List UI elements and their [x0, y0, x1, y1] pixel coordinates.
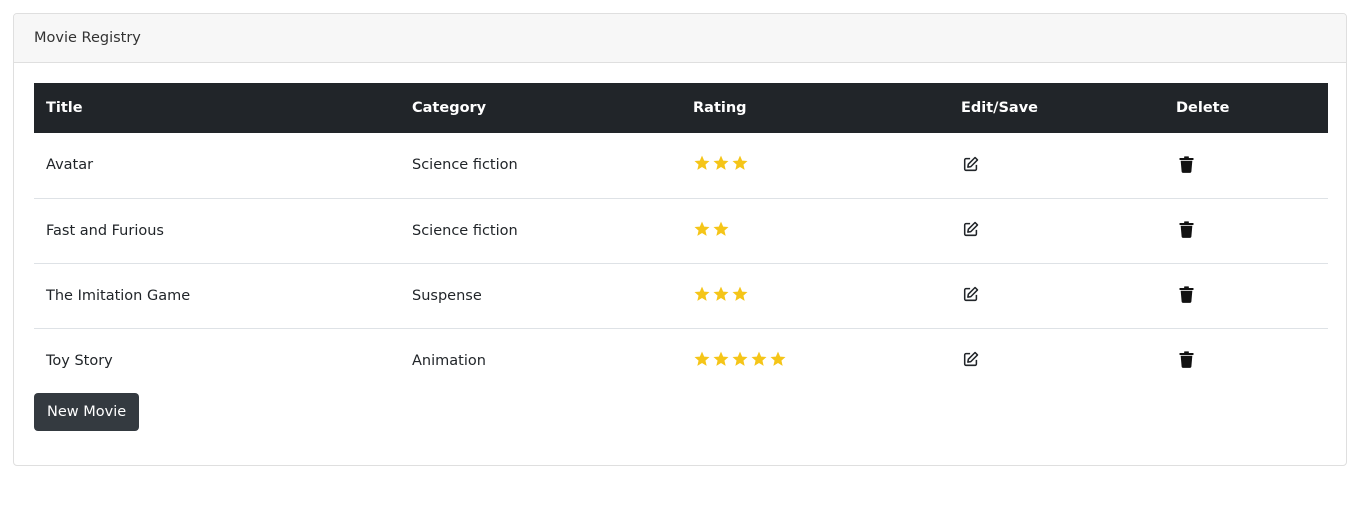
- new-movie-button[interactable]: New Movie: [34, 393, 140, 431]
- star-icon: [712, 285, 730, 303]
- card-title: Movie Registry: [34, 30, 141, 46]
- movie-category-cell: Science fiction: [412, 157, 518, 174]
- star-icon: [693, 350, 711, 368]
- table-row: Toy Story Animation: [34, 328, 1328, 393]
- edit-cell: [949, 198, 1164, 263]
- delete-cell: [1164, 133, 1328, 198]
- star-icon: [731, 154, 749, 172]
- column-header-rating: Rating: [693, 100, 747, 116]
- movie-table: Title Category Rating Edit/Save Delete A…: [34, 83, 1328, 393]
- edit-cell: [949, 133, 1164, 198]
- movie-rating-cell: [681, 133, 949, 198]
- edit-icon[interactable]: [961, 154, 981, 174]
- delete-cell: [1164, 263, 1328, 328]
- movie-title-cell: The Imitation Game: [46, 287, 191, 304]
- table-body: Avatar Science fiction Fast and Furious Sci…: [34, 133, 1328, 393]
- movie-rating-cell: [681, 263, 949, 328]
- star-icon: [693, 220, 711, 238]
- star-icon: [750, 350, 768, 368]
- card-header: Movie Registry: [14, 14, 1346, 63]
- rating-stars: [693, 350, 787, 368]
- rating-stars: [693, 285, 749, 303]
- star-icon: [731, 285, 749, 303]
- star-icon: [731, 350, 749, 368]
- delete-cell: [1164, 198, 1328, 263]
- star-icon: [712, 220, 730, 238]
- star-icon: [712, 154, 730, 172]
- movie-category-cell: Science fiction: [412, 222, 518, 239]
- edit-cell: [949, 328, 1164, 393]
- star-icon: [712, 350, 730, 368]
- column-header-title: Title: [46, 100, 83, 116]
- trash-icon[interactable]: [1176, 284, 1196, 304]
- edit-icon[interactable]: [961, 349, 981, 369]
- movie-category-cell: Suspense: [412, 287, 482, 304]
- column-header-edit-save: Edit/Save: [961, 100, 1038, 116]
- movie-rating-cell: [681, 328, 949, 393]
- movie-title-cell: Toy Story: [46, 352, 113, 369]
- table-row: Fast and Furious Science fiction: [34, 198, 1328, 263]
- trash-icon[interactable]: [1176, 154, 1196, 174]
- rating-stars: [693, 154, 749, 172]
- movie-title-cell: Avatar: [46, 157, 94, 174]
- table-row: The Imitation Game Suspense: [34, 263, 1328, 328]
- rating-stars: [693, 220, 730, 238]
- movie-rating-cell: [681, 198, 949, 263]
- trash-icon[interactable]: [1176, 219, 1196, 239]
- column-header-category: Category: [412, 100, 487, 116]
- trash-icon[interactable]: [1176, 350, 1196, 370]
- movie-registry-card: Movie Registry Title Category Rating Edi…: [13, 13, 1347, 466]
- star-icon: [693, 154, 711, 172]
- star-icon: [693, 285, 711, 303]
- star-icon: [769, 350, 787, 368]
- table-row: Avatar Science fiction: [34, 133, 1328, 198]
- edit-icon[interactable]: [961, 219, 981, 239]
- column-header-delete: Delete: [1176, 100, 1230, 116]
- edit-icon[interactable]: [961, 284, 981, 304]
- movie-title-cell: Fast and Furious: [46, 222, 164, 239]
- delete-cell: [1164, 328, 1328, 393]
- movie-category-cell: Animation: [412, 352, 486, 369]
- edit-cell: [949, 263, 1164, 328]
- table-header-row: Title Category Rating Edit/Save Delete: [34, 83, 1328, 133]
